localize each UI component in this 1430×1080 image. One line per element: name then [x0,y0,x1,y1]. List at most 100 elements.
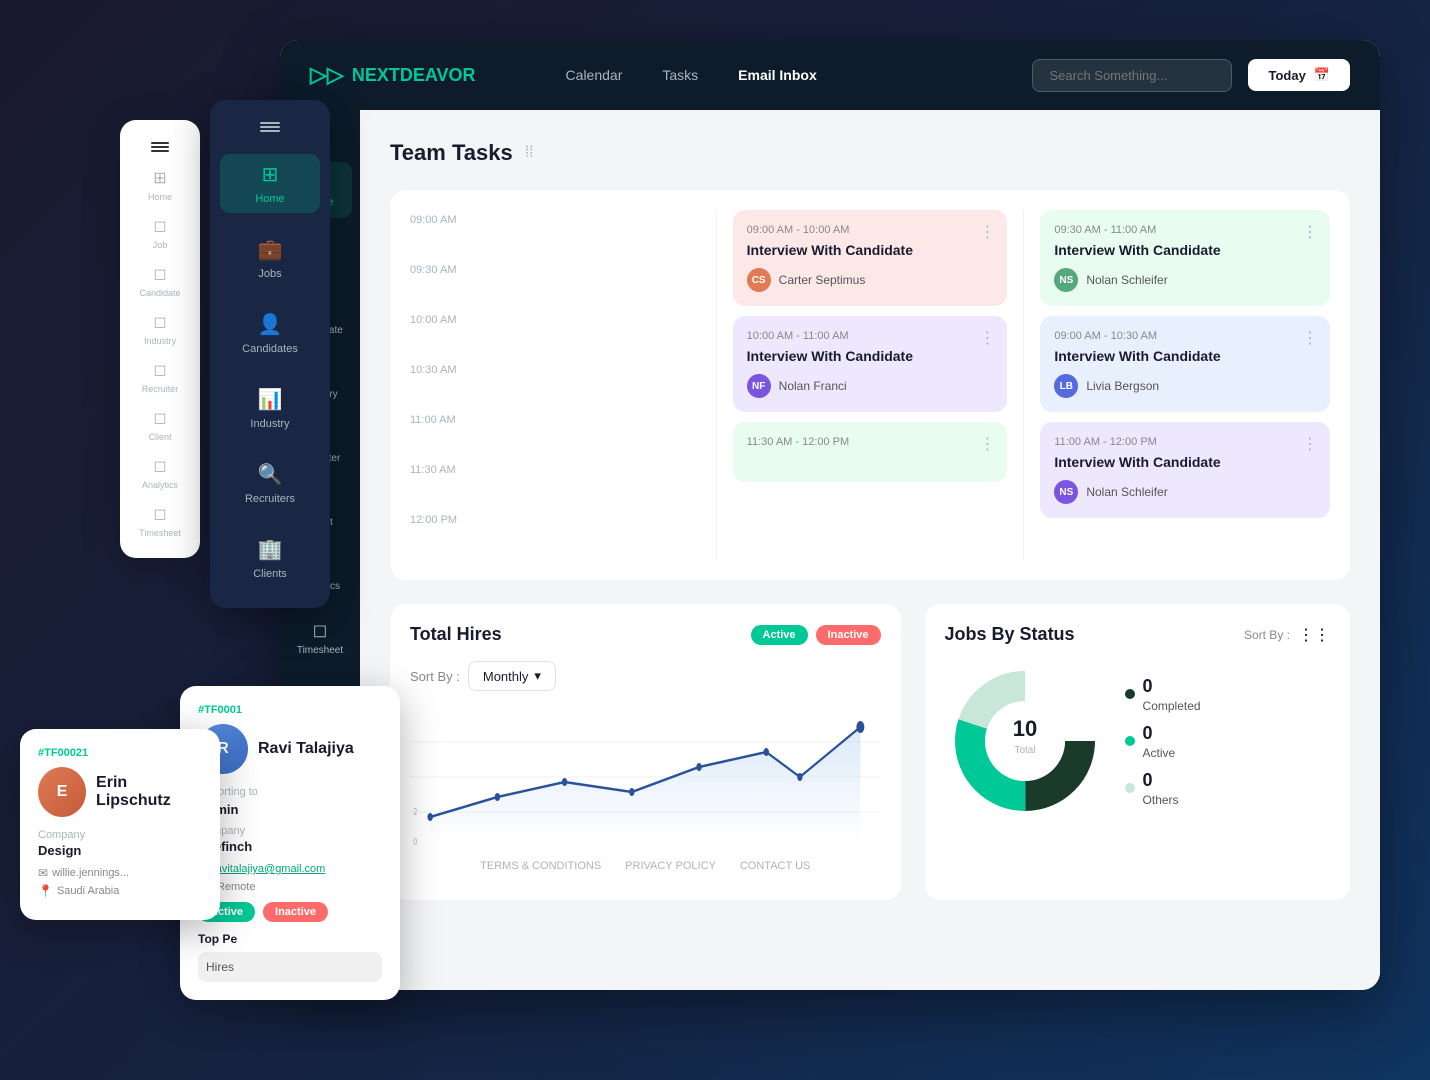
nav-tasks[interactable]: Tasks [662,67,698,83]
simple-nav-industry[interactable]: ◻ Industry [144,312,176,346]
jobs-header: Jobs By Status Sort By : ⋮⋮ [945,624,1330,645]
jobs-sort-icon: ⋮⋮ [1298,625,1330,645]
sort-label: Sort By : [410,669,460,684]
simple-hamburger[interactable] [151,140,169,154]
person-name-fr2: Nolan Schleifer [1086,485,1167,499]
simple-nav-recruiter[interactable]: ◻ Recruiter [142,360,179,394]
avatar-2: NF [747,374,771,398]
card-menu-2[interactable]: ⋮ [979,328,995,348]
monthly-dropdown[interactable]: Monthly ▾ [468,661,556,691]
location-erin: 📍 Saudi Arabia [38,884,202,898]
inactive-status-ravi[interactable]: Inactive [263,902,328,922]
task-time-2: 10:00 AM - 11:00 AM [747,330,994,342]
simple-nav-timesheet[interactable]: ◻ Timesheet [139,504,181,538]
simple-nav-home[interactable]: ⊞ Home [148,168,172,202]
card-name-ravi: Ravi Talajiya [258,740,354,758]
task-card-3[interactable]: ⋮ 11:30 AM - 12:00 PM [733,422,1008,482]
card-menu-3[interactable]: ⋮ [979,434,995,454]
legend-label-completed: 0 Completed [1143,676,1201,713]
task-title-1: Interview With Candidate [747,242,994,258]
terms-link[interactable]: TERMS & CONDITIONS [480,860,601,872]
footer-links: TERMS & CONDITIONS PRIVACY POLICY CONTAC… [410,852,881,880]
dark-recruiters-label: Recruiters [245,493,295,505]
avatar-erin: E [38,767,86,817]
task-card-fr1[interactable]: ⋮ 09:00 AM - 10:30 AM Interview With Can… [1040,316,1330,412]
simple-industry-label: Industry [144,336,176,346]
task-person-fr2: NS Nolan Schleifer [1054,480,1316,504]
legend-item-active: 0 Active [1125,723,1201,760]
nav-calendar[interactable]: Calendar [566,67,623,83]
page-content: Team Tasks ⁞⁞ 09:00 AM 09:30 AM 10:00 AM… [360,110,1380,990]
dark-hamburger[interactable] [260,120,280,134]
svg-text:Total: Total [1014,745,1035,756]
task-card-r1[interactable]: ⋮ 09:30 AM - 11:00 AM Interview With Can… [1040,210,1330,306]
dark-nav-clients[interactable]: 🏢 Clients [220,529,320,588]
hires-header: Total Hires Active Inactive [410,624,881,645]
card-id-ravi: #TF0001 [198,704,382,716]
card-menu-fr1[interactable]: ⋮ [1302,328,1318,348]
jobs-sort-label: Sort By : [1244,628,1290,642]
task-person-r1: NS Nolan Schleifer [1054,268,1316,292]
calendar-icon: 📅 [1314,67,1330,83]
simple-industry-icon: ◻ [153,312,166,332]
simple-analytics-icon: ◻ [153,456,166,476]
simple-client-icon: ◻ [153,408,166,428]
avatar-fr1: LB [1054,374,1078,398]
task-time-3: 11:30 AM - 12:00 PM [747,436,994,448]
dark-nav-industry[interactable]: 📊 Industry [220,379,320,438]
reporting-label-ravi: Reporting to [198,786,382,798]
simple-analytics-label: Analytics [142,480,178,490]
location-ravi: 📍 Remote [198,880,382,894]
card-person-row-ravi: R Ravi Talajiya [198,724,382,774]
dark-industry-icon: 📊 [258,387,283,412]
card-menu-r1[interactable]: ⋮ [1302,222,1318,242]
dark-jobs-label: Jobs [258,268,281,280]
simple-nav-analytics[interactable]: ◻ Analytics [142,456,178,490]
sidebar-item-timesheet[interactable]: ◻ Timesheet [288,610,352,666]
person-name-1: Carter Septimus [779,273,866,287]
simple-nav-job[interactable]: ◻ Job [153,216,168,250]
contact-link[interactable]: CONTACT US [740,860,811,872]
task-card-fr2[interactable]: ⋮ 11:00 AM - 12:00 PM Interview With Can… [1040,422,1330,518]
dark-nav-candidates[interactable]: 👤 Candidates [220,304,320,363]
task-card-1[interactable]: ⋮ 09:00 AM - 10:00 AM Interview With Can… [733,210,1008,306]
avatar-fr2: NS [1054,480,1078,504]
logo-text: NEXTDEAVOR [352,65,476,86]
simple-job-icon: ◻ [153,216,166,236]
time-slot-1030: 10:30 AM [410,360,700,410]
legend-label-others: 0 Others [1143,770,1179,807]
simple-nav-candidate[interactable]: ◻ Candidate [139,264,180,298]
person-name-2: Nolan Franci [779,379,847,393]
email-icon-erin: ✉ [38,866,48,880]
simple-nav-client[interactable]: ◻ Client [148,408,171,442]
dark-sidebar-panel: ⊞ Home 💼 Jobs 👤 Candidates 📊 Industry 🔍 … [210,100,330,608]
donut-area: 10 Total 0 Completed [945,661,1330,821]
dark-clients-icon: 🏢 [258,537,283,562]
nav-email-inbox[interactable]: Email Inbox [738,67,817,83]
search-input[interactable] [1032,59,1232,92]
drag-handle-icon[interactable]: ⁞⁞ [525,144,534,162]
time-column: 09:00 AM 09:30 AM 10:00 AM 10:30 AM 11:0… [410,210,717,560]
dark-nav-recruiters[interactable]: 🔍 Recruiters [220,454,320,513]
privacy-link[interactable]: PRIVACY POLICY [625,860,716,872]
jobs-title: Jobs By Status [945,624,1075,645]
nav-links: Calendar Tasks Email Inbox [566,67,817,83]
tasks-column-right: ⋮ 09:30 AM - 11:00 AM Interview With Can… [1023,210,1330,560]
hires-chart: 2 0 [410,707,881,847]
inactive-badge[interactable]: Inactive [816,625,881,645]
company-label-ravi: Company [198,825,382,837]
active-badge[interactable]: Active [751,625,808,645]
dark-home-label: Home [255,193,284,205]
card-menu-1[interactable]: ⋮ [979,222,995,242]
task-card-2[interactable]: ⋮ 10:00 AM - 11:00 AM Interview With Can… [733,316,1008,412]
time-slot-1200: 12:00 PM [410,510,700,560]
dark-nav-jobs[interactable]: 💼 Jobs [220,229,320,288]
simple-sidebar-panel: ⊞ Home ◻ Job ◻ Candidate ◻ Industry ◻ Re… [120,120,200,558]
card-menu-fr2[interactable]: ⋮ [1302,434,1318,454]
location-icon-erin: 📍 [38,884,53,898]
today-button[interactable]: Today 📅 [1248,59,1350,91]
simple-timesheet-label: Timesheet [139,528,181,538]
company-value-ravi: Thefinch [198,839,382,854]
dark-nav-home[interactable]: ⊞ Home [220,154,320,213]
simple-home-icon: ⊞ [153,168,166,188]
